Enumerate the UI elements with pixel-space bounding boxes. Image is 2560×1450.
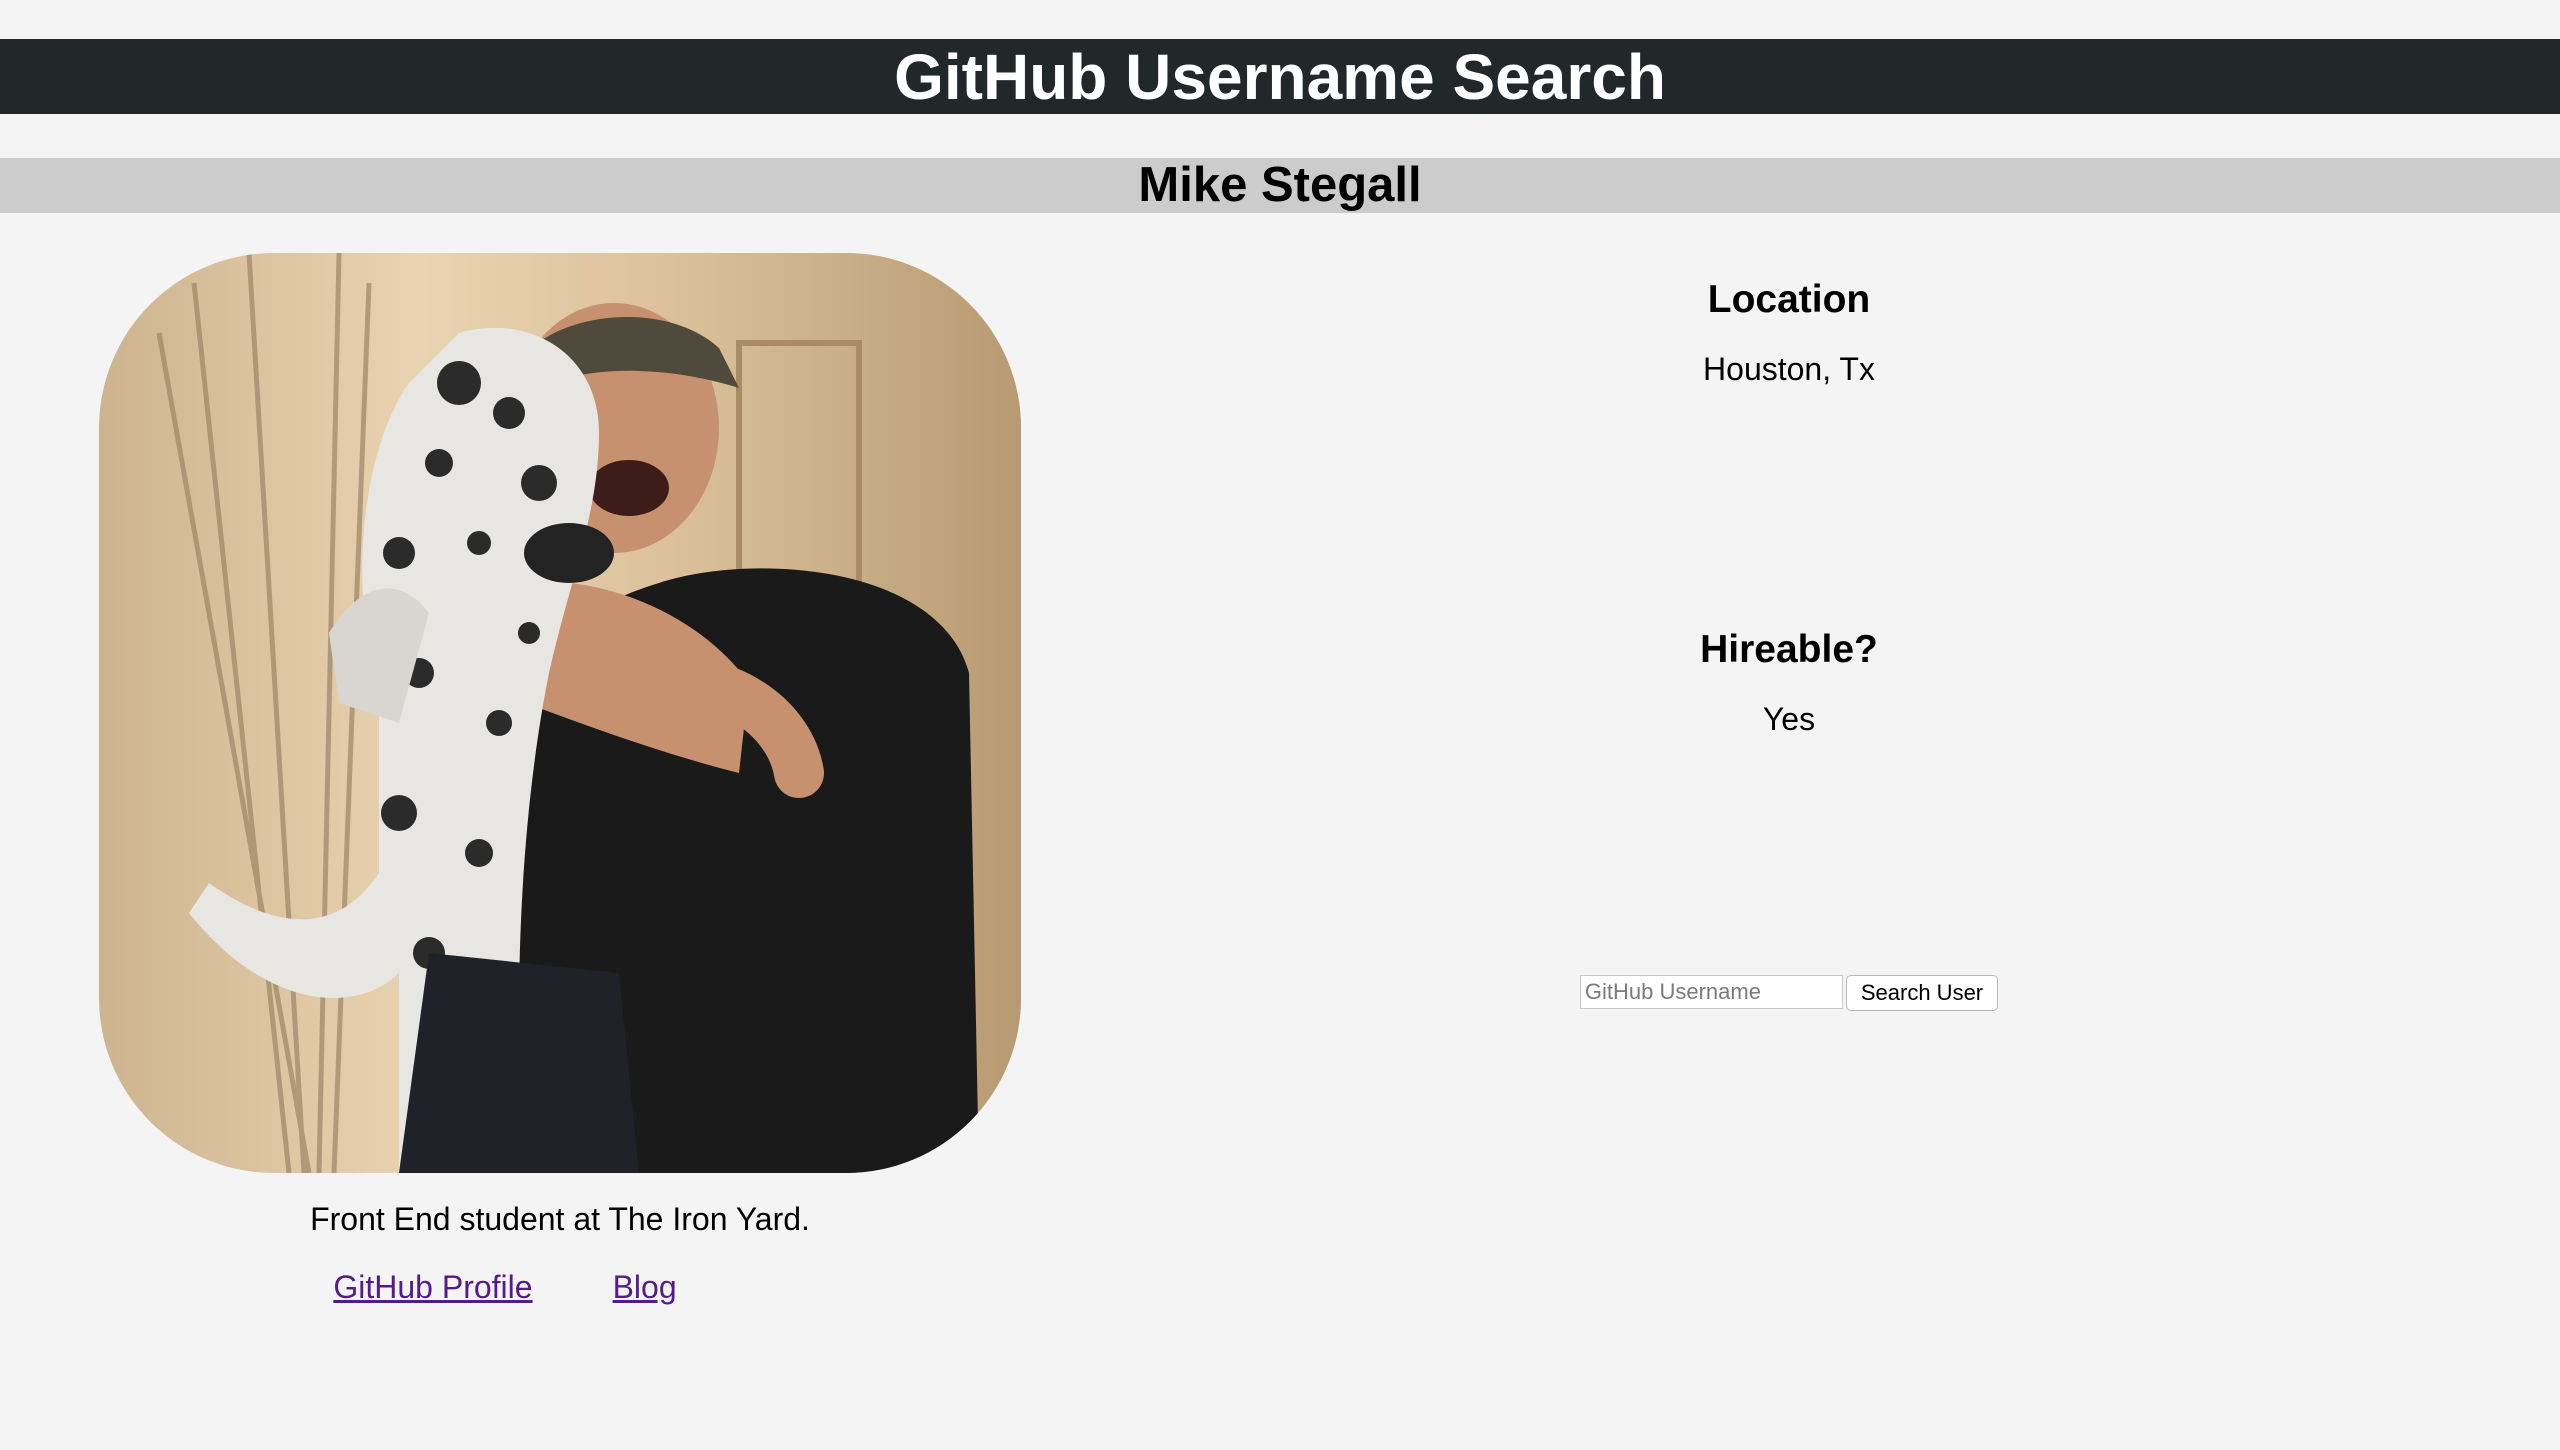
app-title: GitHub Username Search xyxy=(894,40,1666,113)
location-heading: Location xyxy=(1707,278,1871,321)
github-username-input[interactable] xyxy=(1579,975,1843,1009)
blog-link[interactable]: Blog xyxy=(613,1269,677,1306)
user-name-bar: Mike Stegall xyxy=(0,158,2560,213)
avatar-image xyxy=(99,253,1021,1173)
app-header: GitHub Username Search xyxy=(0,39,2560,114)
search-user-button[interactable]: Search User xyxy=(1845,975,1999,1011)
hireable-heading: Hireable? xyxy=(1700,628,1878,671)
hireable-section: Hireable? Yes xyxy=(1489,630,2089,735)
hireable-value: Yes xyxy=(1762,701,1816,737)
avatar xyxy=(99,253,1021,1173)
info-column: Location Houston, Tx Hireable? Yes Searc… xyxy=(1489,280,2089,1011)
profile-links: GitHub Profile Blog xyxy=(99,1269,1021,1306)
search-form: Search User xyxy=(1489,975,2089,1011)
github-profile-link[interactable]: GitHub Profile xyxy=(333,1269,532,1306)
profile-column: Front End student at The Iron Yard. GitH… xyxy=(99,253,1021,1306)
user-name: Mike Stegall xyxy=(1138,158,1422,212)
location-value: Houston, Tx xyxy=(1703,351,1875,387)
location-section: Location Houston, Tx xyxy=(1489,280,2089,385)
user-bio: Front End student at The Iron Yard. xyxy=(310,1201,810,1237)
